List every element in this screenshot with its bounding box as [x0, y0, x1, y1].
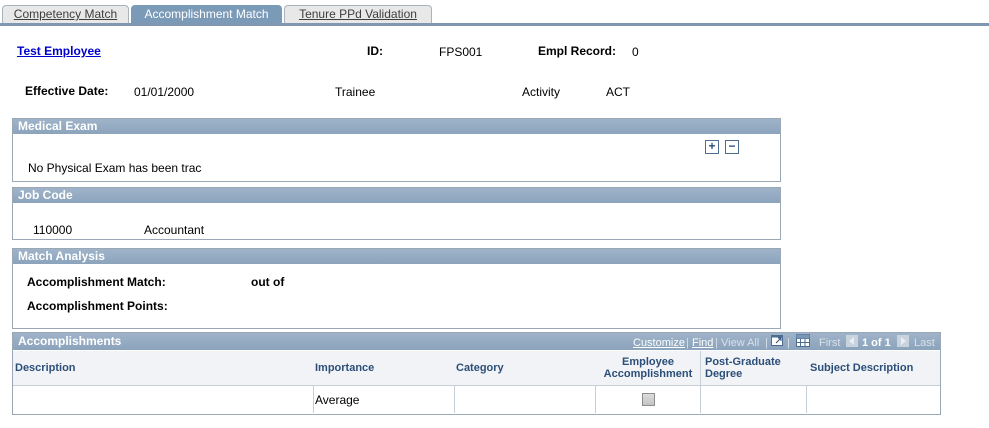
- employee-accomplishment-checkbox[interactable]: [641, 393, 655, 406]
- importance-cell: Average: [314, 386, 455, 413]
- accomplishments-title: Accomplishments: [18, 334, 122, 348]
- tab-tenure-ppd-validation[interactable]: Tenure PPd Validation: [284, 5, 432, 23]
- column-header-description[interactable]: Description: [13, 351, 316, 386]
- column-header-importance[interactable]: Importance: [314, 351, 455, 386]
- add-row-button[interactable]: +: [705, 140, 719, 154]
- new-window-icon[interactable]: [771, 334, 784, 346]
- out-of-label: out of: [251, 275, 285, 289]
- activity-label: Activity: [522, 85, 561, 99]
- download-spreadsheet-icon[interactable]: [796, 334, 810, 347]
- nav-separator: |: [787, 337, 790, 349]
- find-link[interactable]: Find: [692, 337, 713, 349]
- id-label: ID:: [367, 44, 383, 58]
- job-code-description: Accountant: [144, 223, 205, 237]
- tab-accomplishment-match[interactable]: Accomplishment Match: [131, 5, 282, 23]
- accomplishments-grid: Accomplishments Customize | Find | View …: [12, 332, 941, 415]
- accomplishment-points-label: Accomplishment Points:: [27, 299, 168, 313]
- effective-date-label: Effective Date:: [25, 84, 109, 98]
- post-graduate-degree-cell: [701, 386, 807, 413]
- status-value: Trainee: [335, 85, 376, 99]
- job-code-value: 110000: [33, 223, 73, 237]
- match-analysis-group: Match Analysis Accomplishment Match: out…: [12, 248, 781, 329]
- column-header-category[interactable]: Category: [454, 351, 598, 386]
- column-header-subject-description[interactable]: Subject Description: [807, 351, 940, 386]
- delete-row-button[interactable]: −: [725, 140, 739, 154]
- match-analysis-header: Match Analysis: [13, 249, 780, 264]
- previous-arrow-icon[interactable]: [846, 335, 858, 347]
- tab-underline: [0, 23, 989, 26]
- category-cell: [454, 386, 596, 413]
- next-arrow-icon[interactable]: [897, 335, 909, 347]
- job-code-group: Job Code 110000 Accountant: [12, 187, 781, 240]
- activity-value: ACT: [606, 85, 630, 99]
- column-header-employee-accomplishment[interactable]: Employee Accomplishment: [596, 351, 701, 386]
- empl-record-label: Empl Record:: [538, 44, 617, 58]
- customize-link[interactable]: Customize: [633, 337, 685, 349]
- row-range: 1 of 1: [862, 337, 891, 349]
- nav-separator: |: [715, 337, 718, 349]
- nav-separator: |: [765, 337, 768, 349]
- accomplishments-grid-header: Accomplishments Customize | Find | View …: [13, 333, 940, 350]
- accomplishment-match-label: Accomplishment Match:: [27, 275, 166, 289]
- subject-description-cell: [807, 386, 940, 413]
- view-all-link[interactable]: View All: [721, 337, 759, 349]
- column-header-post-graduate-degree[interactable]: Post-Graduate Degree: [701, 351, 810, 386]
- medical-exam-text: No Physical Exam has been trac: [28, 161, 202, 175]
- tab-competency-match[interactable]: Competency Match: [2, 5, 129, 23]
- table-row: [13, 386, 314, 413]
- job-code-header: Job Code: [13, 188, 780, 203]
- medical-exam-group: Medical Exam + − No Physical Exam has be…: [12, 118, 781, 182]
- employee-accomplishment-cell: [596, 386, 701, 413]
- nav-separator: |: [686, 337, 689, 349]
- first-link[interactable]: First: [819, 337, 840, 349]
- id-value: FPS001: [439, 45, 483, 59]
- employee-name-link[interactable]: Test Employee: [17, 44, 101, 58]
- medical-exam-header: Medical Exam: [13, 119, 780, 134]
- last-link[interactable]: Last: [914, 337, 935, 349]
- effective-date-value: 01/01/2000: [134, 85, 195, 99]
- empl-record-value: 0: [632, 45, 639, 59]
